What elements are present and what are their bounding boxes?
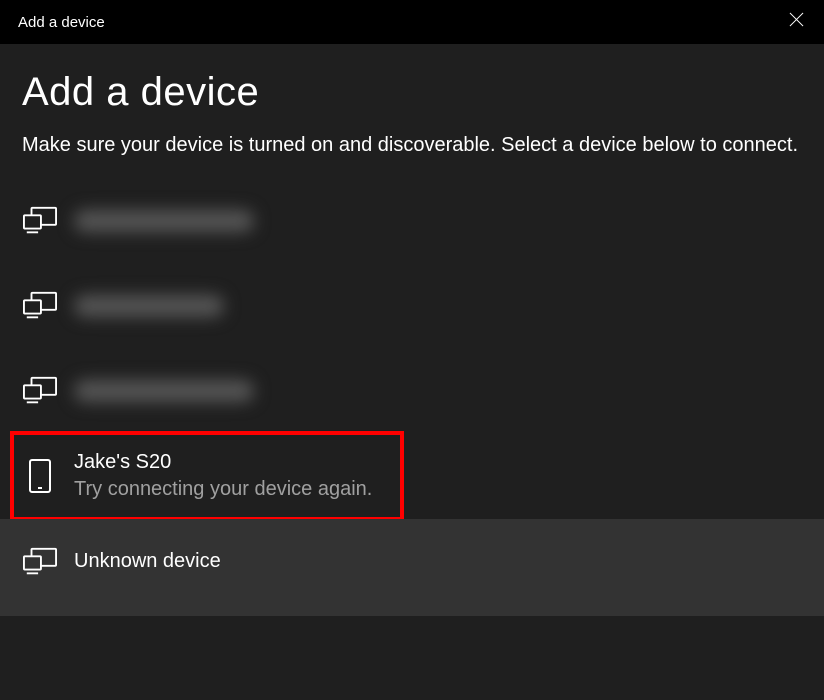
device-item-jakes-s20[interactable]: Jake's S20 Try connecting your device ag… — [0, 433, 824, 519]
display-icon — [22, 544, 58, 580]
device-text: Unknown device — [74, 548, 221, 575]
device-name-blurred — [74, 380, 254, 402]
display-icon — [22, 373, 58, 409]
close-button[interactable] — [768, 0, 824, 44]
titlebar: Add a device — [0, 0, 824, 44]
window-title: Add a device — [18, 14, 105, 31]
display-icon — [22, 288, 58, 324]
device-name: Unknown device — [74, 548, 221, 575]
device-name-blurred — [74, 210, 254, 232]
device-text: Jake's S20 Try connecting your device ag… — [74, 449, 372, 503]
device-item-unknown[interactable]: Unknown device — [0, 519, 824, 604]
device-subtext: Try connecting your device again. — [74, 476, 372, 503]
device-name-blurred — [74, 295, 224, 317]
display-icon — [22, 203, 58, 239]
close-icon — [789, 12, 804, 32]
device-item-2[interactable] — [0, 263, 824, 348]
device-item-1[interactable] — [0, 178, 824, 263]
device-text — [74, 380, 254, 402]
page-title: Add a device — [0, 44, 824, 125]
device-text — [74, 210, 254, 232]
instruction-text: Make sure your device is turned on and d… — [0, 125, 824, 178]
phone-icon — [22, 458, 58, 494]
dialog-content: Add a device Make sure your device is tu… — [0, 44, 824, 616]
device-item-3[interactable] — [0, 348, 824, 433]
device-name: Jake's S20 — [74, 449, 372, 476]
device-list: Jake's S20 Try connecting your device ag… — [0, 178, 824, 604]
footer-bar — [0, 604, 824, 616]
device-text — [74, 295, 224, 317]
